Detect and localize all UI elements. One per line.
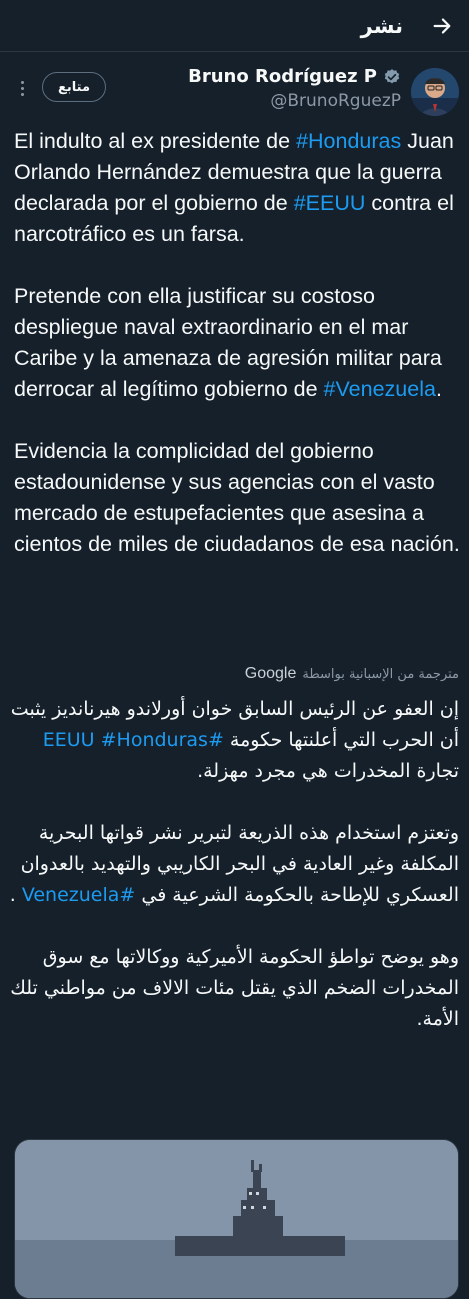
author-name[interactable]: Bruno Rodríguez P bbox=[188, 66, 377, 87]
translated-by[interactable]: مترجمة من الإسبانية بواسطة Google bbox=[245, 662, 459, 686]
author-block[interactable]: Bruno Rodríguez P @BrunoRguezP bbox=[188, 66, 401, 111]
text-segment: Evidencia la complicidad del gobierno es… bbox=[14, 439, 460, 556]
page-title: نشر bbox=[360, 13, 403, 38]
hashtag-link[interactable]: #Honduras bbox=[296, 129, 401, 153]
translation-paragraph: وهو يوضح تواطؤ الحكومة الأميركية ووكالات… bbox=[9, 942, 459, 1035]
hashtag-link[interactable]: #Venezuela bbox=[324, 377, 436, 401]
translated-text: إن العفو عن الرئيس السابق خوان أورلاندو … bbox=[9, 694, 459, 1035]
text-segment: El indulto al ex presidente de bbox=[14, 129, 297, 153]
text-segment: . bbox=[435, 377, 442, 401]
tweet-media-image[interactable] bbox=[14, 1139, 459, 1299]
hashtag-link[interactable]: #Venezuela bbox=[22, 884, 136, 906]
author-handle[interactable]: @BrunoRguezP bbox=[188, 91, 401, 111]
tweet-header: Bruno Rodríguez P @BrunoRguezP متابع bbox=[0, 52, 469, 124]
follow-button[interactable]: متابع bbox=[42, 72, 106, 102]
top-bar: نشر bbox=[0, 0, 469, 52]
text-segment: . bbox=[9, 884, 22, 906]
translation-paragraph: وتعتزم استخدام هذه الذريعة لتبرير نشر قو… bbox=[9, 818, 459, 911]
more-options-icon[interactable] bbox=[14, 76, 30, 100]
avatar[interactable] bbox=[411, 68, 459, 116]
hashtag-link[interactable]: #EEUU bbox=[294, 191, 366, 215]
translated-by-label: مترجمة من الإسبانية بواسطة bbox=[302, 666, 459, 682]
tweet-paragraph: Evidencia la complicidad del gobierno es… bbox=[14, 436, 462, 560]
google-logo: Google bbox=[244, 665, 297, 682]
verified-badge-icon bbox=[383, 68, 401, 86]
tweet-text: El indulto al ex presidente de #Honduras… bbox=[14, 126, 462, 560]
tweet-paragraph: Pretende con ella justificar su costoso … bbox=[14, 281, 462, 405]
arrow-right-icon[interactable] bbox=[429, 13, 455, 39]
translation-paragraph: إن العفو عن الرئيس السابق خوان أورلاندو … bbox=[9, 694, 459, 787]
text-segment: تجارة المخدرات هي مجرد مهزلة. bbox=[197, 760, 459, 782]
hashtag-link[interactable]: #Honduras bbox=[101, 729, 208, 751]
tweet-paragraph: El indulto al ex presidente de #Honduras… bbox=[14, 126, 462, 250]
text-segment: وهو يوضح تواطؤ الحكومة الأميركية ووكالات… bbox=[10, 946, 459, 1030]
